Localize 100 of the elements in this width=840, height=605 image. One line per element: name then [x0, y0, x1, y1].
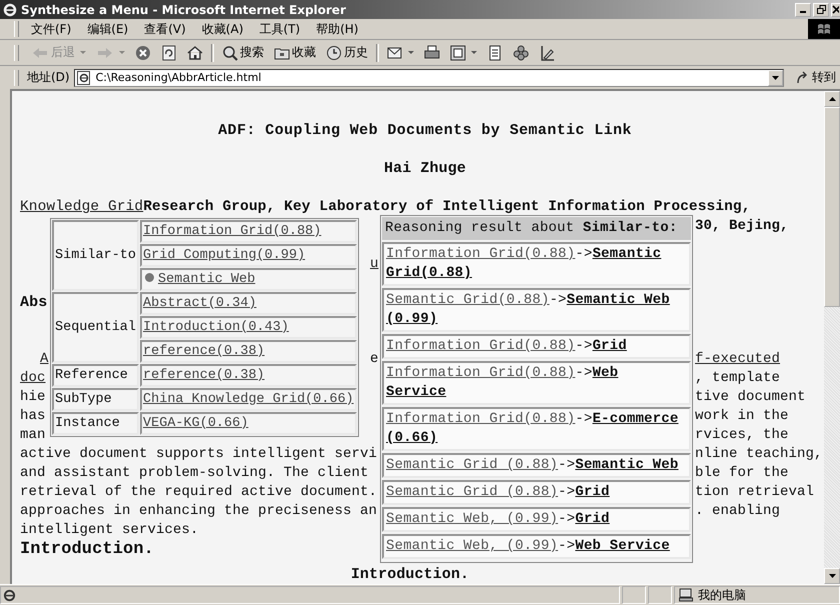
target-link[interactable]: China Knowledge Grid(0.66) [143, 392, 354, 407]
relation-cell: Sequential [52, 292, 140, 363]
affiliation-text: Research Group, Key Laboratory of Intelligent Information Processing, [143, 199, 751, 215]
text-link[interactable]: doc [20, 369, 46, 388]
address-field[interactable]: C:\Reasoning\AbbrArticle.html [74, 68, 784, 86]
body-text: ble for the [695, 464, 789, 483]
body-text: , template [695, 369, 780, 388]
go-arrow-icon [796, 71, 809, 84]
body-text: 30, Bejing, [695, 217, 789, 236]
result-item[interactable]: Semantic Grid(0.88)->Semantic Web (0.99) [382, 288, 691, 332]
body-text: rvices, the [695, 426, 789, 445]
menu-item[interactable]: 文件(F) [23, 20, 80, 38]
target-link[interactable]: reference(0.38) [143, 368, 265, 383]
section-heading: Abs [20, 293, 48, 312]
messenger-button[interactable] [511, 44, 531, 62]
result-item[interactable]: Information Grid(0.88)->Semantic Grid(0.88) [382, 242, 691, 286]
body-text: approaches in enhancing the preciseness an [20, 502, 378, 521]
target-link[interactable]: Introduction(0.43) [143, 320, 289, 335]
target-link[interactable]: Information Grid(0.88) [143, 224, 322, 239]
section-heading: Introduction. [20, 540, 154, 559]
body-text: work in the [695, 407, 789, 426]
search-button[interactable]: 搜索 [220, 43, 266, 62]
page-icon [76, 70, 91, 84]
target-link[interactable]: Abstract(0.34) [143, 296, 256, 311]
result-item[interactable]: Semantic Web, (0.99)->Grid [382, 507, 691, 532]
page-icon [3, 588, 16, 602]
caret-icon [408, 50, 414, 54]
close-icon [832, 5, 839, 14]
history-button[interactable]: 历史 [324, 43, 370, 62]
target-link[interactable]: Semantic Web [158, 272, 256, 287]
relation-cell: Reference [52, 364, 140, 387]
caret-icon [80, 50, 86, 54]
menu-item[interactable]: 收藏(A) [194, 20, 252, 38]
menu-item[interactable]: 查看(V) [136, 20, 194, 38]
target-link[interactable]: VEGA-KG(0.66) [143, 416, 248, 431]
target-link[interactable]: reference(0.38) [143, 344, 265, 359]
address-label: 地址(D) [27, 69, 70, 86]
document-icon [487, 44, 503, 60]
affiliation-link[interactable]: Knowledge Grid [20, 199, 144, 215]
computer-icon [679, 588, 694, 602]
edit-button[interactable] [448, 44, 479, 62]
text-link[interactable]: u [370, 255, 379, 274]
result-item[interactable]: Information Grid(0.88)->E-commerce (0.66) [382, 407, 691, 451]
restore-button[interactable] [813, 2, 829, 16]
print-button[interactable] [422, 44, 442, 62]
dropdown-button[interactable] [768, 70, 783, 86]
result-item[interactable]: Semantic Grid (0.88)->Semantic Web [382, 453, 691, 478]
caret-icon [119, 50, 125, 54]
minimize-icon [800, 11, 806, 13]
body-text: tion retrieval [695, 483, 814, 502]
pen-icon [539, 44, 555, 60]
result-item[interactable]: Semantic Grid (0.88)->Grid [382, 480, 691, 505]
body-text: . enabling [695, 502, 780, 521]
popup-heading: Reasoning result about Similar-to: [382, 217, 691, 240]
menu-item[interactable]: 编辑(E) [79, 20, 136, 38]
text-link[interactable]: A [40, 350, 49, 369]
body-text: intelligent services. [20, 521, 199, 540]
body-text: nline teaching, [695, 445, 823, 464]
minimize-button[interactable] [795, 2, 811, 16]
window-title: Synthesize a Menu - Microsoft Internet Explorer [21, 2, 347, 16]
body-text: hie [20, 388, 46, 407]
stop-icon [135, 44, 151, 60]
text-link[interactable]: f-executed [695, 350, 780, 369]
body-text: and assistant problem-solving. The client [20, 464, 369, 483]
section-heading: Introduction. [350, 566, 470, 583]
search-icon [222, 44, 238, 60]
relation-cell: Similar-to [52, 220, 140, 291]
windows-logo-icon [808, 19, 840, 39]
scrollbar-thumb[interactable] [824, 107, 840, 307]
caret-icon [471, 50, 477, 54]
refresh-icon [161, 44, 177, 60]
envelope-icon [387, 44, 403, 60]
down-arrow-icon [828, 574, 836, 578]
browser-logo-icon [3, 2, 17, 16]
clock-icon [326, 44, 342, 60]
go-button[interactable]: 转到 [788, 69, 840, 86]
body-text: e [370, 350, 379, 369]
body-text: tive document [695, 388, 806, 407]
close-button[interactable] [831, 2, 840, 16]
menu-item[interactable]: 帮助(H) [308, 20, 366, 38]
result-item[interactable]: Information Grid(0.88)->Web Service [382, 361, 691, 405]
result-item[interactable]: Semantic Web, (0.99)->Web Service [382, 534, 691, 559]
relation-cell: SubType [52, 388, 140, 411]
body-text: man [20, 426, 46, 445]
target-link[interactable]: Grid Computing(0.99) [143, 248, 306, 263]
scroll-up-button[interactable] [824, 91, 840, 107]
printer-icon [424, 44, 440, 60]
relation-cell: Instance [52, 412, 140, 435]
home-button[interactable] [185, 44, 205, 62]
menu-item[interactable]: 工具(T) [251, 20, 308, 38]
favorites-button[interactable]: 收藏 [272, 43, 318, 62]
restore-icon [816, 5, 826, 14]
stop-button[interactable] [133, 44, 153, 62]
article-title: ADF: Coupling Web Documents by Semantic Link [218, 122, 632, 139]
scroll-down-button[interactable] [824, 568, 840, 584]
author-name: Hai Zhuge [384, 160, 466, 177]
zone-label: 我的电脑 [698, 586, 746, 604]
caret-icon [772, 76, 779, 80]
flower-icon [513, 44, 529, 60]
result-item[interactable]: Information Grid(0.88)->Grid [382, 334, 691, 359]
